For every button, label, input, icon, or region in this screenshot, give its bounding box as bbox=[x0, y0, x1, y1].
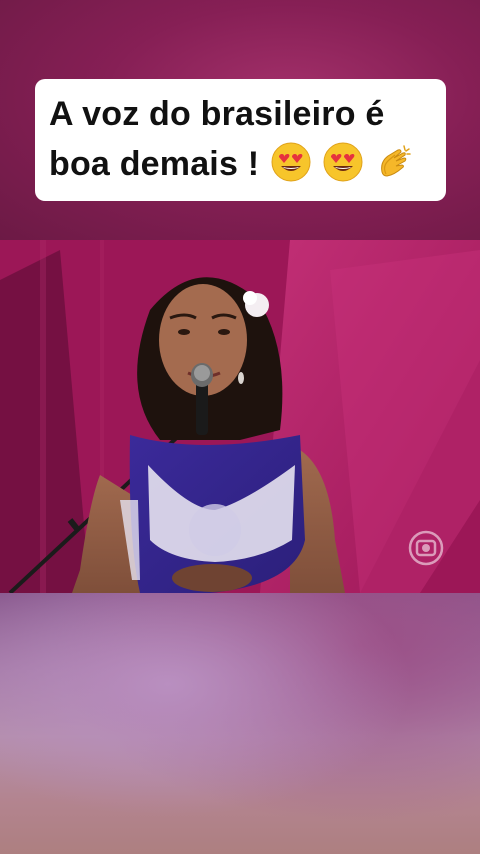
caption-line-1: A voz do brasileiro é bbox=[49, 95, 385, 133]
caption-box: A voz do brasileiro é boa demais ! bbox=[35, 79, 446, 201]
caption-line-2: boa demais ! bbox=[49, 145, 260, 183]
globo-logo-icon bbox=[408, 530, 444, 566]
heart-eyes-emoji-icon bbox=[271, 142, 311, 182]
clapping-hands-emoji-icon bbox=[381, 145, 411, 177]
blurred-background bbox=[0, 593, 480, 854]
heart-eyes-emoji-icon bbox=[323, 142, 363, 182]
video-player[interactable] bbox=[0, 240, 480, 593]
caption-line-2-row: boa demais ! bbox=[49, 139, 434, 189]
